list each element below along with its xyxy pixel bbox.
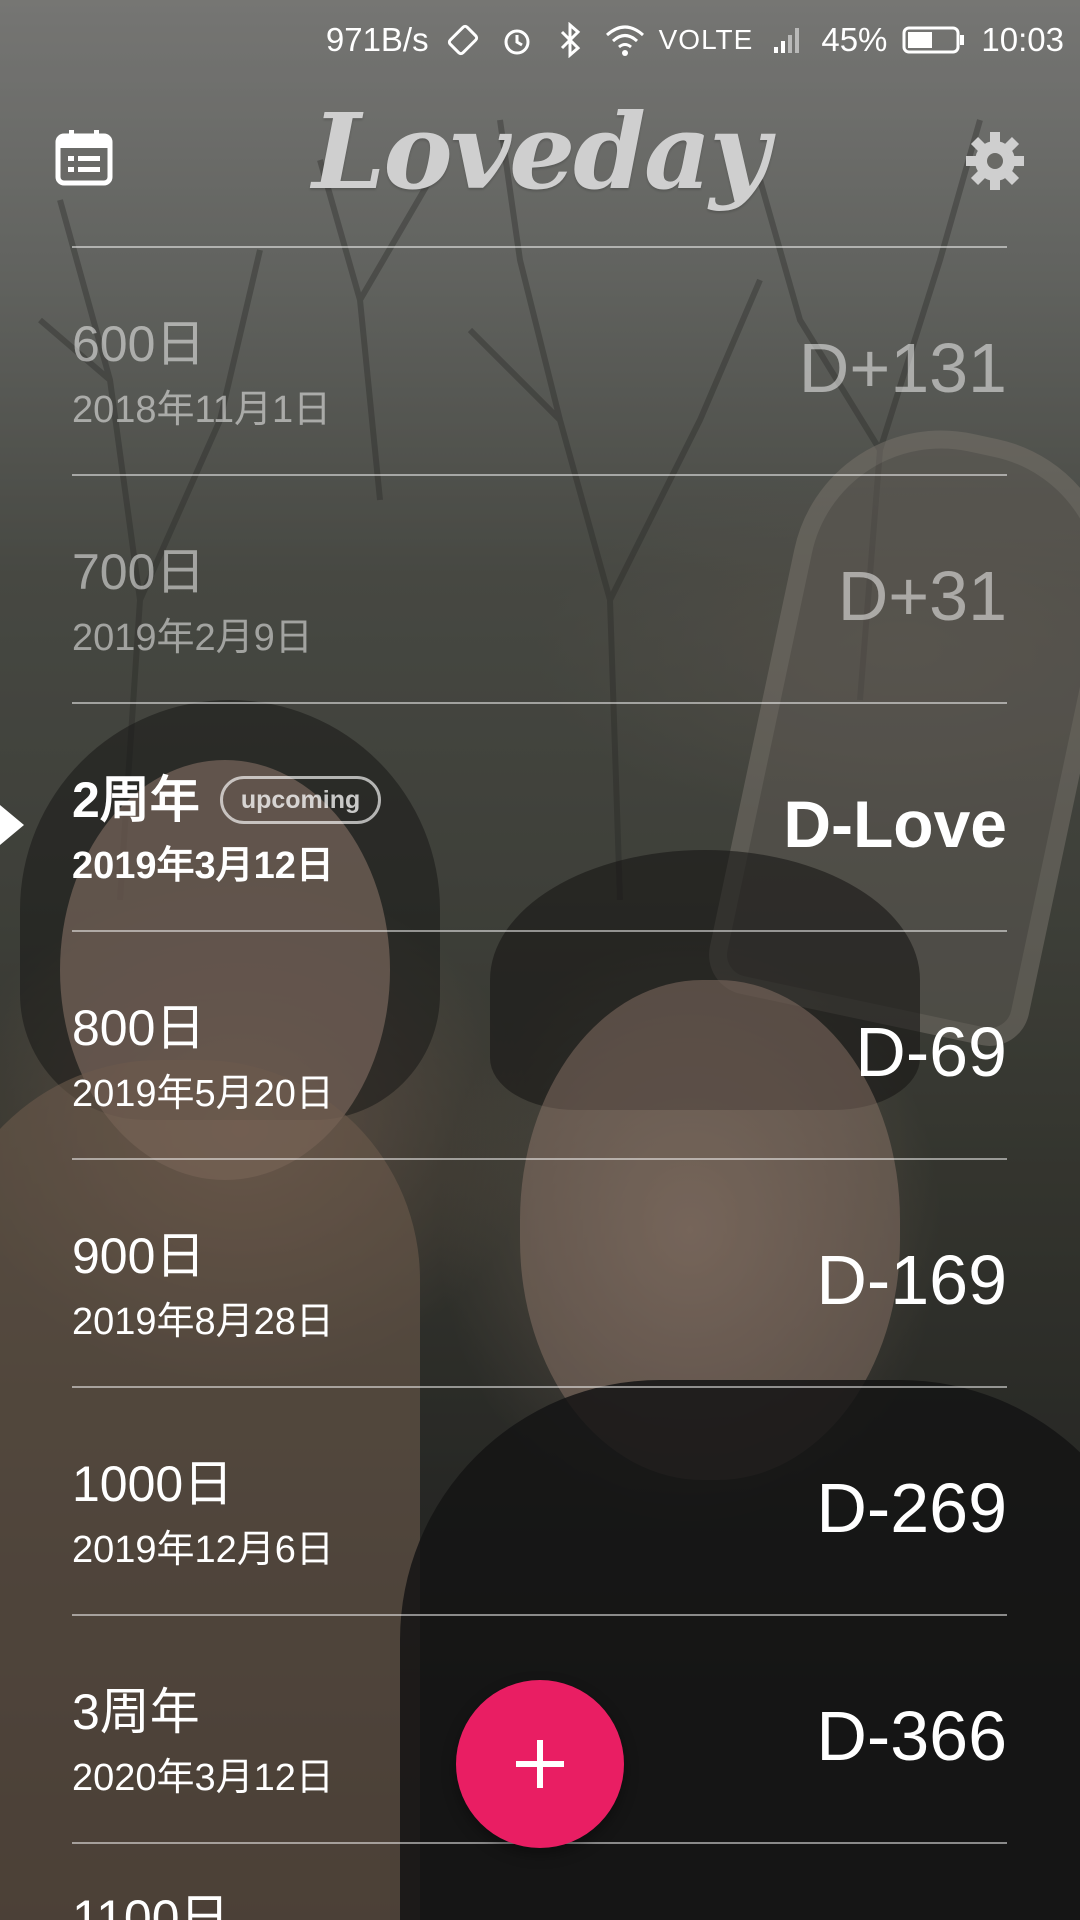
anniversary-row[interactable]: 1000日 2019年12月6日 D-269 [72, 1388, 1007, 1616]
day-count: D-69 [855, 1013, 1007, 1091]
battery-icon [901, 20, 967, 60]
app-logo: Loveday [312, 90, 770, 213]
bluetooth-icon [551, 20, 591, 60]
day-count: D-169 [816, 1241, 1007, 1319]
partial-anniversary-title: 1100日 [72, 1890, 230, 1920]
anniversary-date: 2019年2月9日 [72, 617, 313, 659]
day-count: D+131 [798, 329, 1007, 407]
anniversary-row-current[interactable]: 2周年 upcoming 2019年3月12日 D-Love [72, 704, 1007, 932]
day-count: D+31 [837, 557, 1007, 635]
anniversary-title: 2周年 [72, 772, 200, 828]
anniversary-date: 2019年12月6日 [72, 1529, 334, 1571]
anniversary-title-wrap: 2周年 upcoming [72, 772, 382, 828]
anniversary-date: 2018年11月1日 [72, 389, 332, 431]
network-speed: 971B/s [325, 21, 429, 58]
anniversary-title: 3周年 [72, 1684, 200, 1740]
day-count: D-Love [783, 787, 1007, 861]
settings-gear-icon[interactable] [964, 130, 1026, 192]
anniversary-date: 2019年5月20日 [72, 1073, 334, 1115]
anniversary-date: 2020年3月12日 [72, 1757, 334, 1799]
day-count: D-366 [816, 1697, 1007, 1775]
alarm-icon [497, 20, 537, 60]
status-bar: 971B/s VOLTE 45% 10:03 [0, 0, 1080, 80]
anniversary-title: 800日 [72, 1000, 206, 1056]
anniversary-title: 600日 [72, 316, 206, 372]
app-header: Loveday [0, 88, 1080, 238]
anniversary-title: 900日 [72, 1228, 206, 1284]
anniversary-date: 2019年8月28日 [72, 1301, 334, 1343]
battery-percent: 45% [821, 21, 888, 58]
anniversary-row[interactable]: 600日 2018年11月1日 D+131 [72, 248, 1007, 476]
signal-icon [767, 20, 807, 60]
anniversary-row[interactable]: 900日 2019年8月28日 D-169 [72, 1160, 1007, 1388]
upcoming-badge: upcoming [219, 776, 382, 824]
anniversary-date: 2019年3月12日 [72, 845, 334, 887]
clock: 10:03 [981, 21, 1064, 58]
wifi-icon [605, 20, 645, 60]
rotate-icon [443, 20, 483, 60]
anniversary-list: 600日 2018年11月1日 D+131 700日 2019年2月9日 D+3… [72, 246, 1007, 1844]
day-count: D-269 [816, 1469, 1007, 1547]
volte-label: VOLTE [658, 24, 754, 55]
add-anniversary-button[interactable] [456, 1680, 624, 1848]
anniversary-title: 700日 [72, 544, 206, 600]
anniversary-title: 1000日 [72, 1456, 234, 1512]
current-row-pointer-icon [0, 805, 24, 845]
anniversary-row[interactable]: 700日 2019年2月9日 D+31 [72, 476, 1007, 704]
anniversary-row[interactable]: 800日 2019年5月20日 D-69 [72, 932, 1007, 1160]
plus-icon [516, 1740, 564, 1788]
